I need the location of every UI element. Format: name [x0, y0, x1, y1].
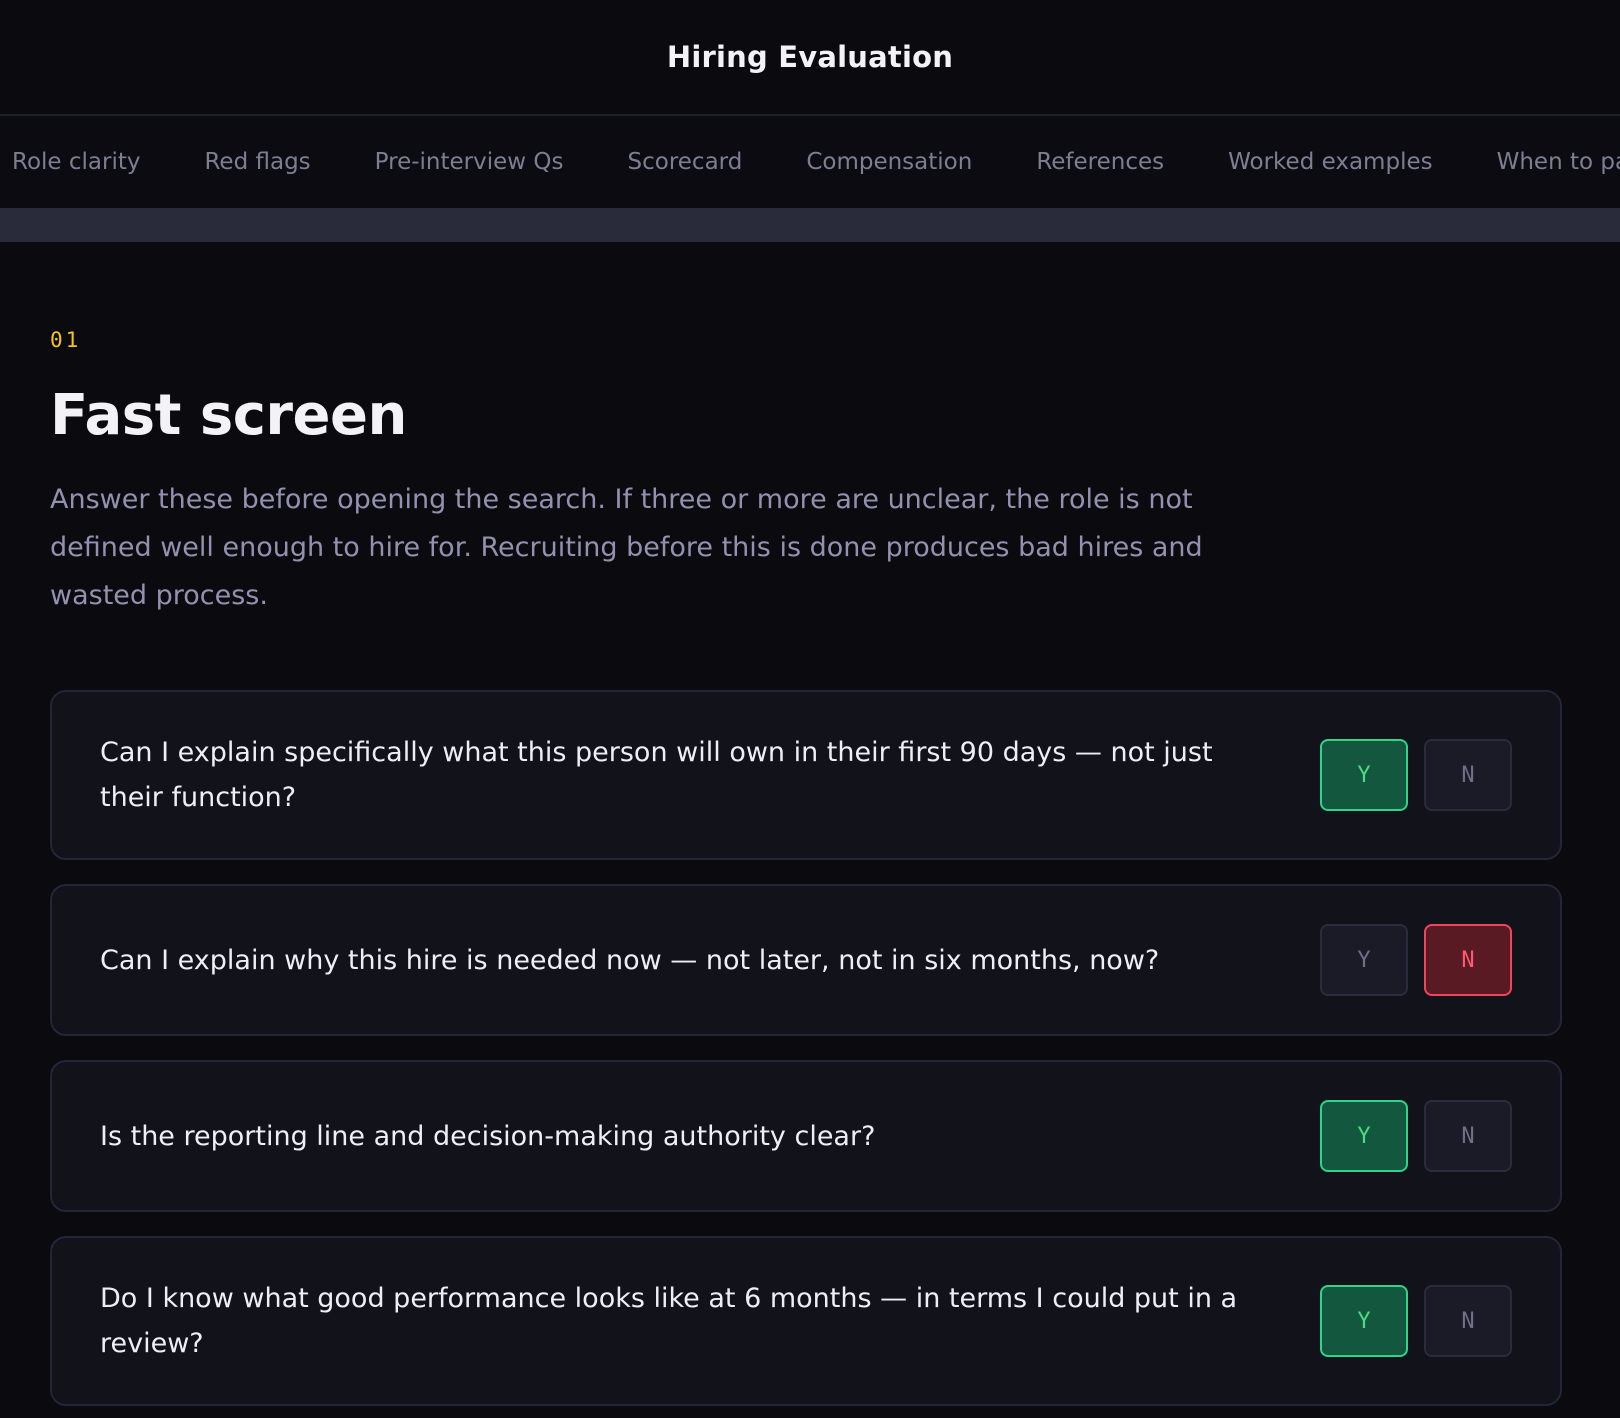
question-text: Can I explain specifically what this per…	[100, 737, 1213, 813]
tab-red-flags[interactable]: Red flags	[204, 149, 310, 175]
question-card: Do I know what good performance looks li…	[50, 1236, 1562, 1406]
question-list: Can I explain specifically what this per…	[50, 690, 1570, 1406]
answer-buttons: Y N	[1320, 1285, 1512, 1357]
answer-buttons: Y N	[1320, 924, 1512, 996]
section-description: Answer these before opening the search. …	[50, 484, 1203, 611]
no-button[interactable]: N	[1424, 739, 1512, 811]
tab-scorecard[interactable]: Scorecard	[628, 149, 743, 175]
question-text: Can I explain why this hire is needed no…	[100, 944, 1160, 976]
section-title: Fast screen	[50, 383, 407, 448]
no-button[interactable]: N	[1424, 1100, 1512, 1172]
yes-button[interactable]: Y	[1320, 1100, 1408, 1172]
yes-button[interactable]: Y	[1320, 924, 1408, 996]
tab-role-clarity[interactable]: Role clarity	[12, 149, 140, 175]
tabs-scrollbar[interactable]	[0, 208, 1620, 242]
no-button[interactable]: N	[1424, 924, 1512, 996]
question-card: Is the reporting line and decision-makin…	[50, 1060, 1562, 1212]
section-number: 01	[50, 328, 82, 352]
question-text: Is the reporting line and decision-makin…	[100, 1120, 876, 1152]
tab-compensation[interactable]: Compensation	[806, 149, 972, 175]
no-button[interactable]: N	[1424, 1285, 1512, 1357]
yes-button[interactable]: Y	[1320, 739, 1408, 811]
main-content: 01 Fast screen Answer these before openi…	[0, 328, 1620, 1406]
question-card: Can I explain specifically what this per…	[50, 690, 1562, 860]
tab-when-to-pass[interactable]: When to pa	[1497, 149, 1620, 175]
section-tabs: Role clarity Red flags Pre-interview Qs …	[0, 116, 1620, 208]
page-title: Hiring Evaluation	[666, 40, 954, 74]
tab-pre-interview-qs[interactable]: Pre-interview Qs	[375, 149, 564, 175]
answer-buttons: Y N	[1320, 739, 1512, 811]
answer-buttons: Y N	[1320, 1100, 1512, 1172]
question-card: Can I explain why this hire is needed no…	[50, 884, 1562, 1036]
tab-references[interactable]: References	[1036, 149, 1164, 175]
yes-button[interactable]: Y	[1320, 1285, 1408, 1357]
tab-worked-examples[interactable]: Worked examples	[1228, 149, 1432, 175]
app-header: Hiring Evaluation	[0, 0, 1620, 116]
question-text: Do I know what good performance looks li…	[100, 1283, 1238, 1359]
